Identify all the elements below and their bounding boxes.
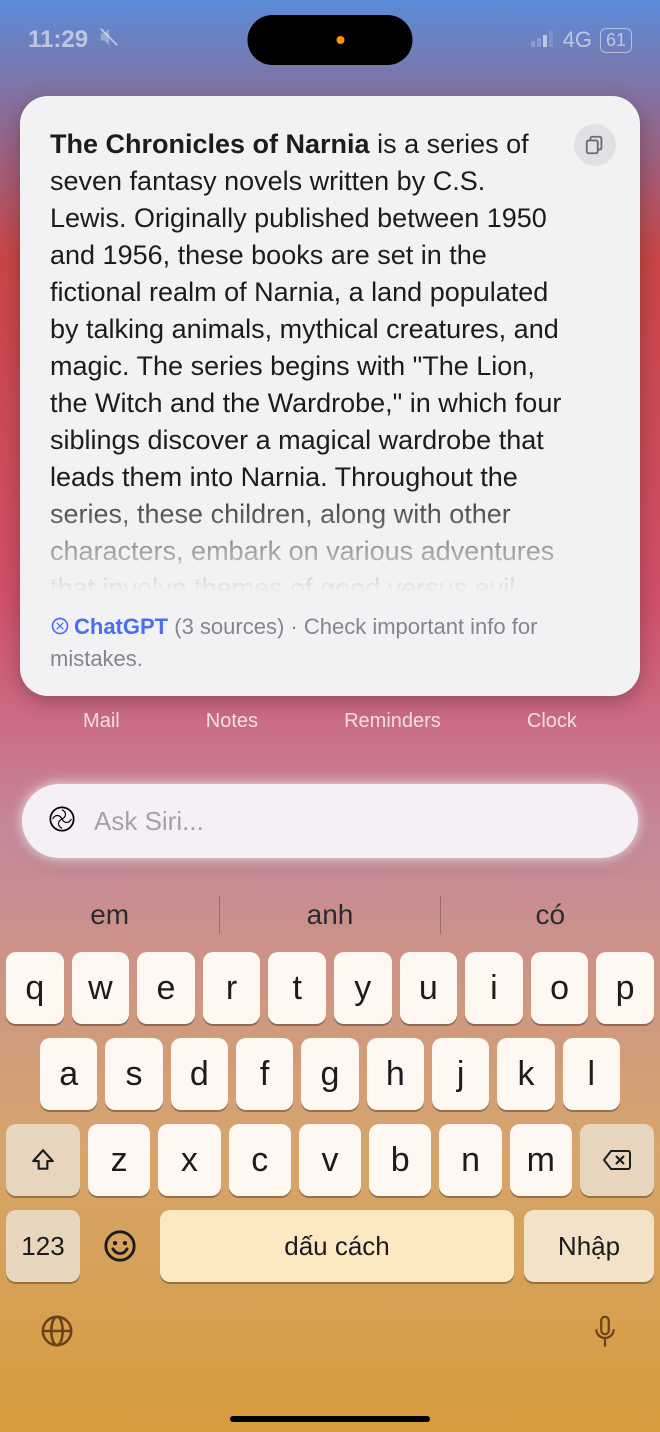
key-row-3: z x c v b n m xyxy=(6,1124,654,1196)
key-w[interactable]: w xyxy=(72,952,130,1024)
home-dock-labels: Mail Notes Reminders Clock xyxy=(0,710,660,764)
signal-icon xyxy=(531,27,555,53)
source-brand: ChatGPT xyxy=(74,614,168,639)
key-r[interactable]: r xyxy=(203,952,261,1024)
response-title: The Chronicles of Narnia xyxy=(50,129,370,159)
chatgpt-icon xyxy=(50,614,70,644)
key-row-4: 123 dấu cách Nhập xyxy=(6,1210,654,1282)
status-left: 11:29 xyxy=(28,26,120,55)
siri-input-bar[interactable] xyxy=(22,784,638,858)
suggestion-row: em anh có xyxy=(0,878,660,952)
key-a[interactable]: a xyxy=(40,1038,97,1110)
space-key[interactable]: dấu cách xyxy=(160,1210,514,1282)
dock-label-clock: Clock xyxy=(527,710,577,764)
suggestion-1[interactable]: em xyxy=(0,899,219,931)
dictation-key[interactable] xyxy=(590,1314,620,1357)
key-t[interactable]: t xyxy=(268,952,326,1024)
key-u[interactable]: u xyxy=(400,952,458,1024)
chatgpt-input-icon xyxy=(48,805,76,838)
key-m[interactable]: m xyxy=(510,1124,572,1196)
key-h[interactable]: h xyxy=(367,1038,424,1110)
siri-response-card: The Chronicles of Narnia is a series of … xyxy=(20,96,640,696)
recording-indicator-icon xyxy=(336,36,344,44)
battery-level: 61 xyxy=(606,30,626,51)
key-n[interactable]: n xyxy=(439,1124,501,1196)
backspace-key[interactable] xyxy=(580,1124,654,1196)
key-d[interactable]: d xyxy=(171,1038,228,1110)
emoji-key[interactable] xyxy=(90,1210,150,1282)
dynamic-island xyxy=(248,15,413,65)
text-fade xyxy=(50,484,610,604)
dock-label-reminders: Reminders xyxy=(344,710,441,764)
key-v[interactable]: v xyxy=(299,1124,361,1196)
dock-label-notes: Notes xyxy=(206,710,258,764)
key-c[interactable]: c xyxy=(229,1124,291,1196)
status-time: 11:29 xyxy=(28,26,88,54)
key-l[interactable]: l xyxy=(563,1038,620,1110)
key-e[interactable]: e xyxy=(137,952,195,1024)
response-body[interactable]: The Chronicles of Narnia is a series of … xyxy=(50,126,610,604)
key-f[interactable]: f xyxy=(236,1038,293,1110)
key-s[interactable]: s xyxy=(105,1038,162,1110)
key-row-2: a s d f g h j k l xyxy=(6,1038,654,1110)
shift-key[interactable] xyxy=(6,1124,80,1196)
keyboard-footer xyxy=(0,1296,660,1357)
numbers-key[interactable]: 123 xyxy=(6,1210,80,1282)
key-o[interactable]: o xyxy=(531,952,589,1024)
key-i[interactable]: i xyxy=(465,952,523,1024)
dock-label-mail: Mail xyxy=(83,710,120,764)
key-z[interactable]: z xyxy=(88,1124,150,1196)
key-row-1: q w e r t y u i o p xyxy=(6,952,654,1024)
source-line[interactable]: ChatGPT (3 sources) · Check important in… xyxy=(50,612,610,674)
key-k[interactable]: k xyxy=(497,1038,554,1110)
key-y[interactable]: y xyxy=(334,952,392,1024)
key-j[interactable]: j xyxy=(432,1038,489,1110)
suggestion-3[interactable]: có xyxy=(441,899,660,931)
key-p[interactable]: p xyxy=(596,952,654,1024)
key-x[interactable]: x xyxy=(158,1124,220,1196)
key-b[interactable]: b xyxy=(369,1124,431,1196)
keyboard: em anh có q w e r t y u i o p a s d f g … xyxy=(0,878,660,1432)
siri-input[interactable] xyxy=(94,806,612,837)
silent-icon xyxy=(98,26,120,55)
network-label: 4G xyxy=(563,27,592,53)
source-separator: · xyxy=(290,614,303,639)
key-g[interactable]: g xyxy=(301,1038,358,1110)
key-q[interactable]: q xyxy=(6,952,64,1024)
battery-indicator: 61 xyxy=(600,28,632,53)
home-indicator[interactable] xyxy=(230,1416,430,1422)
suggestion-2[interactable]: anh xyxy=(220,899,439,931)
source-meta: (3 sources) xyxy=(174,614,284,639)
globe-key[interactable] xyxy=(40,1314,74,1357)
status-right: 4G 61 xyxy=(531,27,632,53)
enter-key[interactable]: Nhập xyxy=(524,1210,654,1282)
